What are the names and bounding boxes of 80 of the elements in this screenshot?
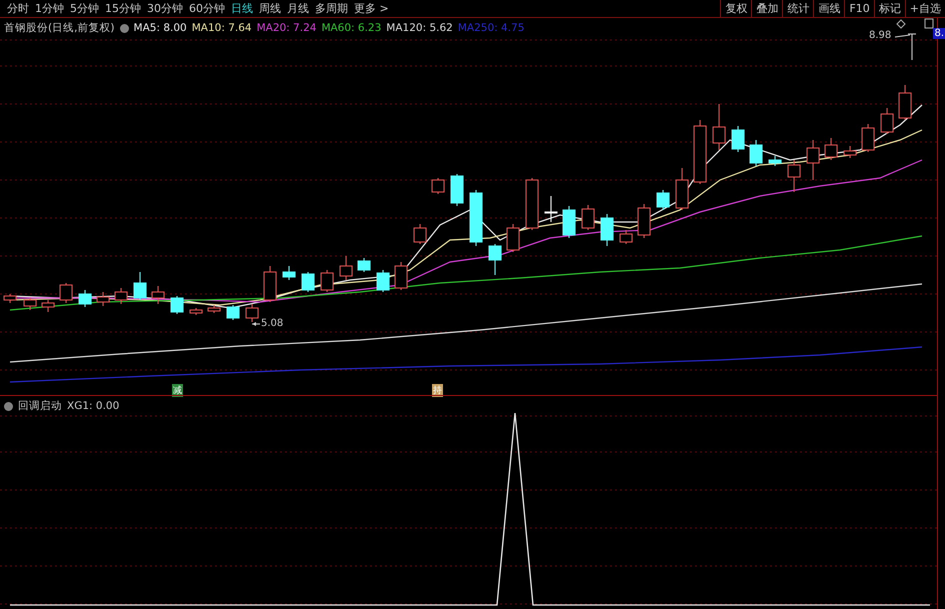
candlestick	[732, 126, 744, 152]
candlestick	[638, 204, 650, 238]
period-tab[interactable]: 5分钟	[67, 1, 102, 16]
collapse-icon[interactable]	[120, 24, 129, 32]
candlestick	[170, 296, 184, 314]
period-tab[interactable]: 日线	[228, 1, 256, 16]
candlestick	[506, 224, 520, 252]
candlestick	[562, 206, 576, 238]
low-marker-arrow	[252, 322, 260, 326]
candlestick	[470, 190, 482, 246]
candlestick	[134, 272, 146, 300]
candlestick	[246, 304, 258, 322]
indicator-value: MA5: 8.00	[134, 22, 187, 34]
candlestick	[376, 270, 390, 292]
candlestick	[898, 84, 912, 120]
candlestick	[226, 304, 240, 320]
candlestick	[526, 178, 538, 230]
candlestick	[78, 290, 92, 308]
candlestick	[414, 224, 426, 244]
low-price-label: 5.08	[261, 318, 284, 329]
collapse-icon[interactable]	[4, 402, 13, 410]
signal-badge: 减	[172, 384, 183, 397]
candlestick	[320, 270, 334, 292]
candlestick	[394, 262, 408, 290]
candlestick	[600, 214, 614, 246]
candlestick	[806, 140, 820, 180]
period-tab[interactable]: 1分钟	[32, 1, 67, 16]
candlestick	[620, 230, 632, 244]
candlestick	[862, 124, 874, 152]
candlestick	[676, 168, 688, 210]
candlestick	[824, 138, 838, 160]
candlestick	[880, 108, 894, 134]
candlestick	[656, 190, 670, 210]
indicator-value: MA20: 7.24	[256, 22, 316, 34]
indicator-value: MA120: 5.62	[386, 22, 453, 34]
period-tab[interactable]: 60分钟	[186, 1, 228, 16]
candlestick	[768, 156, 782, 166]
candlestick	[24, 298, 36, 310]
candlestick	[60, 282, 72, 304]
candlestick	[358, 258, 370, 272]
candlestick	[96, 292, 110, 306]
period-tab[interactable]: 30分钟	[144, 1, 186, 16]
candlestick	[340, 256, 352, 280]
candlestick	[712, 104, 726, 150]
high-marker-arrow	[894, 34, 916, 60]
candlestick	[114, 288, 128, 304]
candlestick	[488, 244, 502, 276]
candlestick	[788, 160, 800, 192]
indicator-title: 回调启动	[18, 399, 62, 413]
indicator-value: XG1: 0.00	[67, 400, 120, 412]
period-tab[interactable]: 月线	[284, 1, 312, 16]
indicator-value: MA10: 7.64	[192, 22, 252, 34]
high-price-label: 8.98	[869, 30, 892, 41]
candlestick	[282, 266, 296, 280]
candlestick	[152, 286, 164, 304]
candlestick	[844, 146, 856, 158]
candlestick	[544, 196, 558, 222]
period-tab[interactable]: 更多 >	[351, 1, 392, 16]
panel-icon[interactable]	[924, 18, 934, 28]
candlestick	[264, 266, 276, 302]
candlestick	[4, 294, 16, 304]
candlestick	[190, 308, 202, 316]
diamond-icon[interactable]	[896, 19, 906, 29]
indicator-value: MA250: 4.75	[458, 22, 524, 34]
period-tab[interactable]: 周线	[256, 1, 284, 16]
signal-badge: 持	[432, 384, 443, 397]
chart-title: 首钢股份(日线,前复权)	[4, 21, 115, 35]
candlestick	[582, 204, 594, 230]
candlestick	[450, 174, 464, 206]
period-tab[interactable]: 分时	[4, 1, 32, 16]
period-tab[interactable]: 15分钟	[102, 1, 144, 16]
candlestick	[208, 304, 220, 314]
candlestick	[750, 140, 762, 166]
candlestick	[432, 178, 444, 194]
indicator-value: MA60: 6.23	[321, 22, 382, 34]
candlestick	[42, 300, 54, 312]
candlestick	[694, 120, 706, 184]
price-tag: 8.	[933, 28, 945, 39]
period-tab[interactable]: 多周期	[312, 1, 351, 16]
candlestick	[302, 272, 314, 292]
